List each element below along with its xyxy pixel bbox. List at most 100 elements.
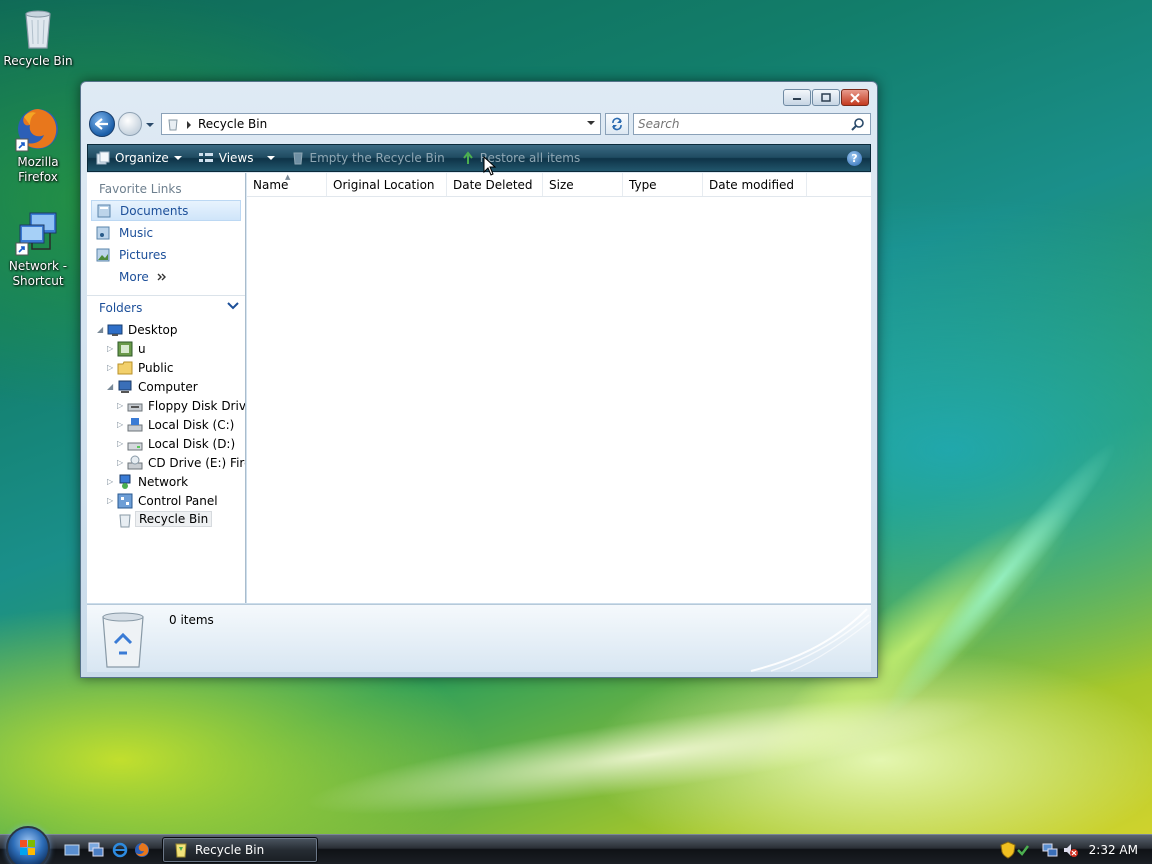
column-size[interactable]: Size [543,173,623,196]
show-desktop-icon[interactable] [64,842,80,858]
tree-item-label: Public [138,360,174,375]
favorite-link-more[interactable]: More [91,266,241,287]
recycle-bin-icon [14,4,62,52]
computer-icon [118,380,132,393]
recycle-bin-icon [119,514,131,527]
column-label: Date modified [709,177,795,192]
expanded-triangle-icon: ◢ [97,325,104,334]
taskbar-button-recycle-bin[interactable]: Recycle Bin [162,837,318,863]
recent-pages-dropdown[interactable] [145,118,155,132]
pictures-icon [96,248,110,261]
item-count: 0 items [169,613,214,627]
mouse-cursor-icon [483,156,497,176]
desktop-icon-network-shortcut[interactable]: Network - Shortcut [0,209,76,289]
column-date-modified[interactable]: Date modified [703,173,807,196]
tree-item-label: Desktop [128,322,178,337]
file-list[interactable]: ▲ Name Original Location Date Deleted Si… [247,173,871,603]
address-dropdown-icon[interactable] [586,119,596,127]
tree-item-control-panel[interactable]: ▷ Control Panel [87,491,245,510]
tree-item-label: u [138,341,146,356]
collapsed-triangle-icon: ▷ [107,496,114,505]
internet-explorer-icon[interactable] [112,842,128,858]
restore-all-items-button[interactable]: Restore all items [453,145,589,171]
organize-menu[interactable]: Organize [88,145,190,171]
tree-item-u[interactable]: ▷ u [87,339,245,358]
expanded-triangle-icon: ◢ [107,382,114,391]
column-date-deleted[interactable]: Date Deleted [447,173,543,196]
address-bar[interactable]: Recycle Bin [161,113,601,135]
volume-muted-icon[interactable] [1062,842,1078,858]
double-chevron-right-icon [157,273,166,280]
taskbar: Recycle Bin 2:32 AM [0,826,1152,864]
column-label: Size [549,177,574,192]
column-label: Date Deleted [453,177,533,192]
folders-header[interactable]: Folders [87,295,245,319]
tree-item-cd-drive-e[interactable]: ▷ CD Drive (E:) Firefox [87,453,245,472]
tree-item-label: CD Drive (E:) Firefox [148,455,245,470]
column-name[interactable]: ▲ Name [247,173,327,196]
minimize-icon [793,97,801,100]
checkmark-icon[interactable] [1016,843,1030,857]
views-menu[interactable]: Views [190,145,283,171]
navigation-pane: Favorite Links Documents Music Pictures … [87,173,246,603]
clock[interactable]: 2:32 AM [1089,843,1138,857]
tree-item-computer[interactable]: ◢ Computer [87,377,245,396]
close-icon [850,92,860,103]
wallpaper-streak [868,429,1132,731]
folder-tree: ◢ Desktop ▷ u ▷ Public ◢ Computer ▷ Flop… [87,320,245,529]
collapsed-triangle-icon: ▷ [107,344,114,353]
tree-item-desktop[interactable]: ◢ Desktop [87,320,245,339]
tree-item-network[interactable]: ▷ Network [87,472,245,491]
floppy-drive-icon [127,403,143,411]
folders-title: Folders [99,300,143,315]
column-original-location[interactable]: Original Location [327,173,447,196]
column-headers: ▲ Name Original Location Date Deleted Si… [247,173,871,197]
close-button[interactable] [841,89,869,106]
desktop-icon-recycle-bin[interactable]: Recycle Bin [0,4,76,69]
tree-item-floppy-disk-drive[interactable]: ▷ Floppy Disk Drive [87,396,245,415]
network-status-icon[interactable] [1042,842,1058,858]
start-button[interactable] [6,826,50,864]
security-shield-icon[interactable] [1000,841,1016,859]
refresh-icon [612,117,622,131]
tree-item-local-disk-d[interactable]: ▷ Local Disk (D:) [87,434,245,453]
desktop-icon-label: Mozilla Firefox [17,155,59,184]
search-input[interactable] [638,117,838,131]
tree-item-label: Local Disk (C:) [148,417,235,432]
collapsed-triangle-icon: ▷ [117,458,124,467]
refresh-button[interactable] [605,113,629,135]
favorite-links-title: Favorite Links [99,182,182,196]
tree-item-label: Recycle Bin [135,511,213,527]
search-field[interactable] [633,113,871,135]
details-pane: 0 items [87,604,871,672]
back-button[interactable] [89,111,115,137]
favorite-link-music[interactable]: Music [91,222,241,243]
favorite-link-documents[interactable]: Documents [91,200,241,221]
favorite-link-pictures[interactable]: Pictures [91,244,241,265]
switch-windows-icon[interactable] [88,842,104,858]
music-icon [96,226,110,239]
tree-item-recycle-bin[interactable]: Recycle Bin [87,510,245,529]
minimize-button[interactable] [783,89,811,106]
maximize-button[interactable] [812,89,840,106]
firefox-icon[interactable] [134,842,150,858]
tree-item-local-disk-c[interactable]: ▷ Local Disk (C:) [87,415,245,434]
chevron-down-icon [227,302,239,310]
forward-button[interactable] [118,112,142,136]
desktop-icon-label: Recycle Bin [3,54,73,68]
column-label: Original Location [333,177,435,192]
organize-label: Organize [115,151,169,165]
command-bar: Organize Views Empty the Recycle Bin Res… [87,144,871,172]
empty-recycle-bin-button[interactable]: Empty the Recycle Bin [283,145,453,171]
cd-drive-icon [127,455,143,469]
chevron-down-icon [146,123,154,127]
tree-item-public[interactable]: ▷ Public [87,358,245,377]
breadcrumb-recycle-bin[interactable]: Recycle Bin [198,117,267,131]
desktop-icon-firefox[interactable]: Mozilla Firefox [0,105,76,185]
recycle-bin-small-icon [175,843,187,858]
help-icon[interactable]: ? [847,151,862,166]
favorite-link-label: Pictures [119,247,167,262]
search-icon[interactable] [851,117,865,131]
column-type[interactable]: Type [623,173,703,196]
chevron-down-icon [266,156,275,160]
